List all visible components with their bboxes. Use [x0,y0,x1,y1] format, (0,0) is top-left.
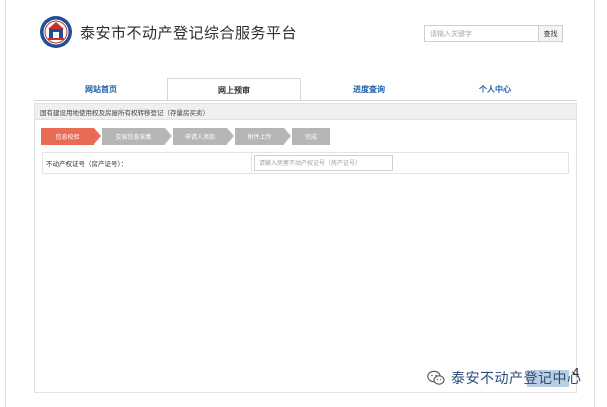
step-add-applicant: 申请人添加 [173,128,227,145]
step-label: 交易信息采集 [115,134,152,141]
step-complete: 完成 [292,128,330,145]
search-button[interactable]: 查找 [538,25,563,42]
content-panel [34,103,577,393]
step-upload-attachments: 附件上传 [235,128,284,145]
step-arrow-icon [227,128,234,144]
logo-emblem-icon [40,16,72,48]
step-label: 完成 [304,134,317,141]
certificate-number-label: 不动产权证号（房产证号）： [46,160,128,168]
step-label: 附件上传 [247,134,272,141]
panel-title: 国有建设用地使用权及房屋所有权转移登记（存量房买卖） [34,103,577,120]
tab-divider [34,100,577,101]
tab-progress-query[interactable]: 进度查询 [302,78,436,100]
step-arrow-icon [165,128,172,144]
search-input[interactable] [424,25,543,42]
main-nav-tabs: 网站首页 网上预审 进度查询 个人中心 [34,78,577,101]
page-frame-right [594,0,595,407]
tab-home[interactable]: 网站首页 [34,78,168,100]
watermark-text: 泰安不动产登记中心 [451,371,582,387]
step-arrow-icon [284,128,291,144]
certificate-number-input[interactable] [254,155,393,171]
step-label: 信息校验 [55,134,80,141]
step-info-verify: 信息校验 [41,128,94,145]
step-label: 申请人添加 [184,134,215,141]
step-transaction-info: 交易信息采集 [102,128,165,145]
tab-personal-center[interactable]: 个人中心 [428,78,562,100]
form-row-divider [251,152,252,174]
watermark-mark: 4 [572,366,580,380]
tab-online-review[interactable]: 网上预审 [167,78,301,101]
page-frame-left [5,0,6,407]
step-arrow-icon [94,128,101,144]
wechat-icon [427,370,445,385]
site-title: 泰安市不动产登记综合服务平台 [80,24,298,42]
